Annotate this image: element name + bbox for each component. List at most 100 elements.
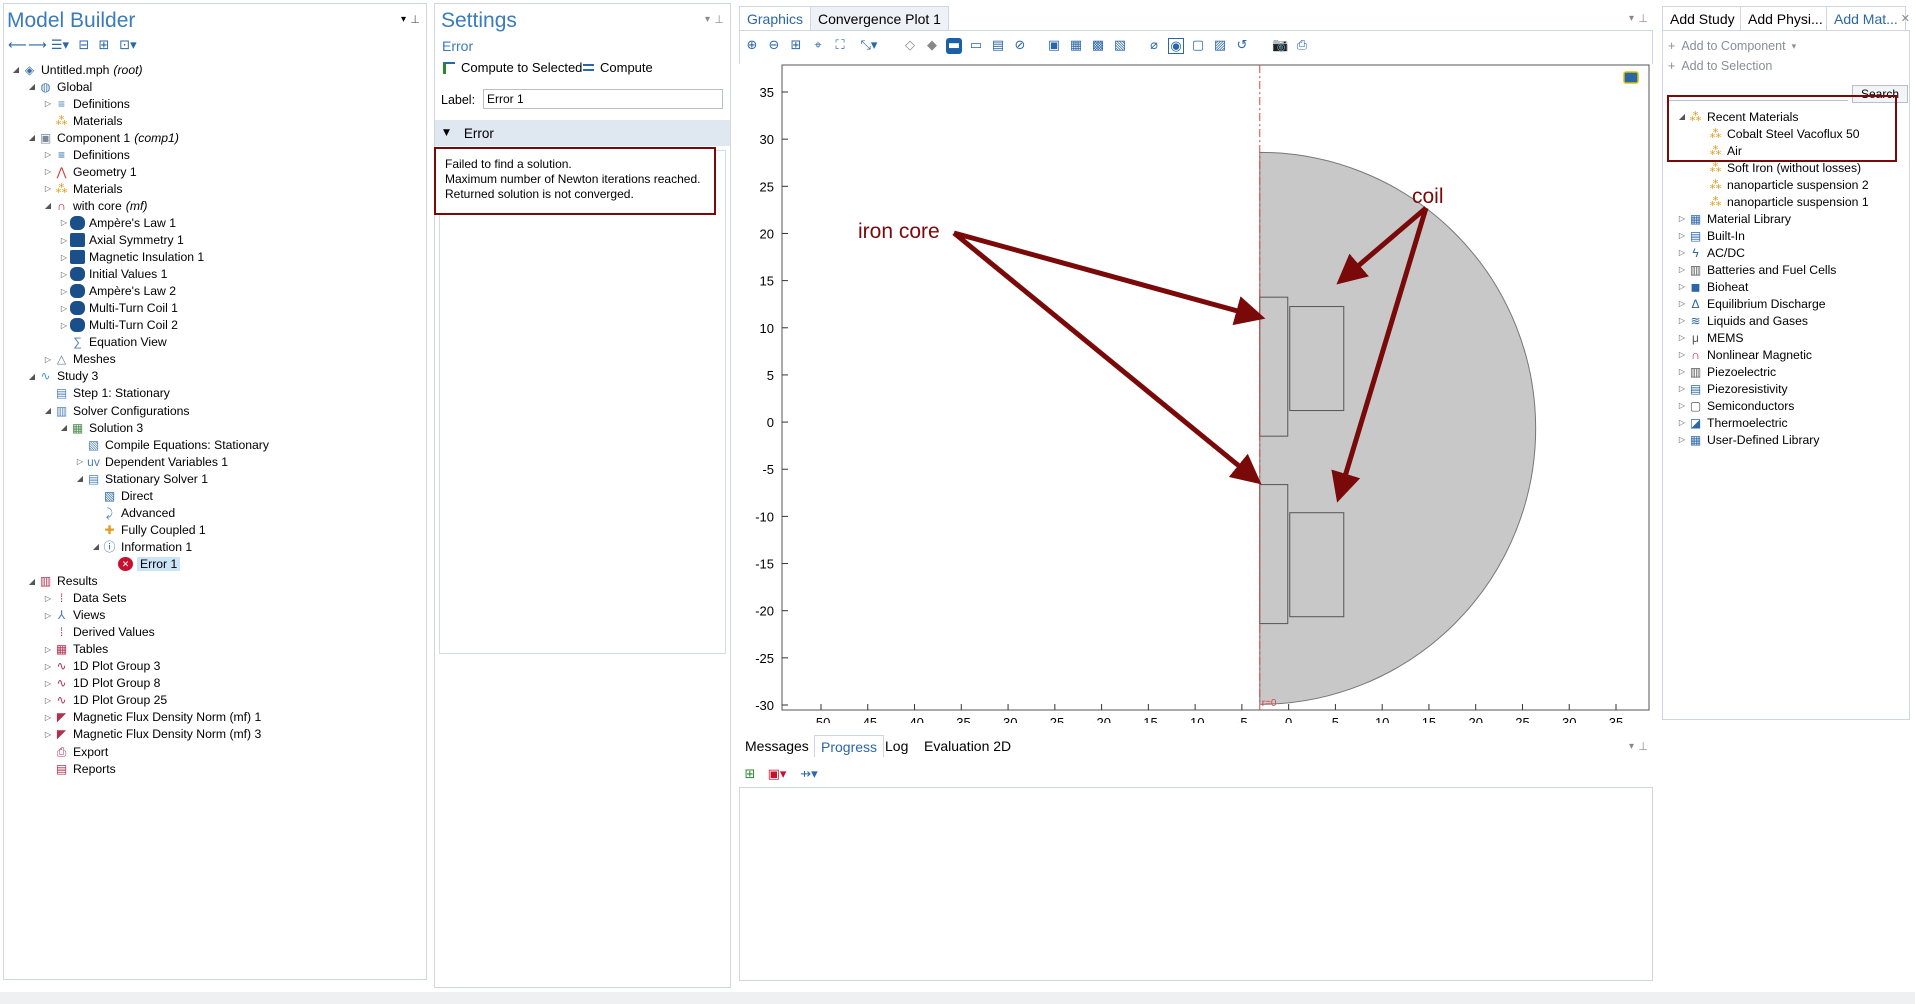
coil-upper[interactable] [1289,306,1345,412]
compute-button[interactable]: Compute [583,60,653,75]
axis-orientation-icon[interactable]: ⤡▾ [854,38,884,54]
tree-item[interactable]: ◢ ∿ Study 3 [26,368,98,385]
tree-item[interactable]: ▷ ∿ 1D Plot Group 3 [42,658,160,675]
material-tree-item[interactable]: ▷ ▦ User-Defined Library [1676,431,1820,448]
select-edge-icon[interactable]: ▭ [968,38,984,54]
collapsed-arrow-icon[interactable]: ▷ [1676,231,1688,240]
collapsed-arrow-icon[interactable]: ▷ [1676,248,1688,257]
collapsed-arrow-icon[interactable]: ▷ [42,594,54,603]
tree-item[interactable]: ▷ ∿ 1D Plot Group 25 [42,692,167,709]
tree-item[interactable]: ▷ uv Dependent Variables 1 [74,453,228,470]
collapsed-arrow-icon[interactable]: ▷ [58,287,70,296]
iron-core-lower[interactable] [1259,484,1289,625]
tree-item[interactable]: ▷ ▦ Tables [42,641,108,658]
tab-progress[interactable]: Progress [814,735,885,757]
collapsed-arrow-icon[interactable]: ▷ [1676,418,1688,427]
material-tree-item[interactable]: ▷ Δ Equilibrium Discharge [1676,295,1826,312]
pin-icon[interactable]: ⊥ [1638,740,1648,753]
view-all-icon[interactable]: ▦ [1068,38,1084,54]
tree-item[interactable]: ▷ △ Meshes [42,351,116,368]
tab-graphics[interactable]: Graphics [739,6,812,30]
arrow-options-icon[interactable]: ⇸▾ [796,767,822,783]
collapsed-arrow-icon[interactable]: ▷ [42,696,54,705]
tab-messages[interactable]: Messages [739,735,815,757]
show-menu-icon[interactable]: ☰▾ [48,38,72,54]
expanded-arrow-icon[interactable]: ◢ [10,65,22,74]
collapsed-arrow-icon[interactable]: ▷ [1676,435,1688,444]
material-tree-item[interactable]: ▷ ▤ Built-In [1676,227,1745,244]
collapsed-arrow-icon[interactable]: ▷ [42,713,54,722]
view-direct-icon[interactable]: ▣ [1046,38,1062,54]
tree-item[interactable]: ∑ Equation View [58,334,166,351]
add-to-selection-button[interactable]: + Add to Selection [1668,59,1772,73]
tree-item[interactable]: ◢ ▤ Stationary Solver 1 [74,470,208,487]
tree-item[interactable]: ▷ Magnetic Insulation 1 [58,249,204,266]
wireframe-icon[interactable]: ▢ [1190,38,1206,54]
tree-item[interactable]: ▷ Axial Symmetry 1 [58,232,184,249]
tree-item[interactable]: ⁞ Derived Values [42,624,155,641]
collapsed-arrow-icon[interactable]: ▷ [42,150,54,159]
collapsed-arrow-icon[interactable]: ▷ [1676,214,1688,223]
tree-options-icon[interactable]: ⊡▾ [116,38,140,54]
collapsed-arrow-icon[interactable]: ▷ [58,270,70,279]
collapsed-arrow-icon[interactable]: ▷ [42,355,54,364]
tree-item[interactable]: ▷ Multi-Turn Coil 1 [58,300,178,317]
section-collapse-icon[interactable]: ▼ [443,128,450,138]
tree-item[interactable]: ◢ ▥ Results [26,573,98,590]
material-tree-item[interactable]: ▷ ≋ Liquids and Gases [1676,312,1808,329]
progress-table-icon[interactable]: ⊞ [742,767,758,783]
tree-item[interactable]: ▤ Step 1: Stationary [42,385,170,402]
tree-item[interactable]: ▤ Reports [42,760,116,777]
label-input[interactable] [483,89,723,109]
iron-core-upper[interactable] [1259,296,1289,437]
tree-item[interactable]: ▷ ⁞ Data Sets [42,590,127,607]
panel-menu-icon[interactable]: ▾ [401,14,406,25]
view-select-icon[interactable]: ▧ [1112,38,1128,54]
collapsed-arrow-icon[interactable]: ▷ [42,679,54,688]
collapsed-arrow-icon[interactable]: ▷ [1676,367,1688,376]
select-point-icon[interactable]: ▤ [990,38,1006,54]
tree-item[interactable]: ◢ ∩ with core (mf) [42,197,148,214]
collapsed-arrow-icon[interactable]: ▷ [1676,299,1688,308]
reset-hiding-icon[interactable]: ↺ [1234,38,1250,54]
tree-item[interactable]: ▷ ◤ Magnetic Flux Density Norm (mf) 3 [42,726,261,743]
graphics-canvas[interactable]: r=035302520151050-5-10-15-20-25-30-50 -45… [736,58,1656,723]
collapsed-arrow-icon[interactable]: ▷ [42,611,54,620]
add-to-component-button[interactable]: + Add to Component ▾ [1668,39,1796,53]
material-tree-item[interactable]: ▷ ▦ Material Library [1676,210,1791,227]
tab-log[interactable]: Log [879,735,914,757]
tab-add-material[interactable]: Add Mat... [1826,6,1906,30]
collapsed-arrow-icon[interactable]: ▷ [1676,282,1688,291]
clear-selection-icon[interactable]: ⊘ [1012,38,1028,54]
collapsed-arrow-icon[interactable]: ▷ [58,218,70,227]
select-object-icon[interactable]: ◇ [902,38,918,54]
compute-to-selected-button[interactable]: Compute to Selected [443,60,582,75]
material-tree-item[interactable]: ⁂ nanoparticle suspension 1 [1708,193,1869,210]
tree-item[interactable]: ◢ ⓘ Information 1 [90,538,192,555]
tab-add-study[interactable]: Add Study [1662,6,1743,30]
material-tree-item[interactable]: ▷ ▥ Batteries and Fuel Cells [1676,261,1836,278]
tree-item[interactable]: ▧ Compile Equations: Stationary [74,436,269,453]
tab-convergence-plot[interactable]: Convergence Plot 1 [810,6,949,30]
tree-item[interactable]: ▷ ≡ Definitions [42,146,130,163]
tree-item[interactable]: ▷ ⅄ Views [42,607,105,624]
tab-evaluation-2d[interactable]: Evaluation 2D [918,735,1017,757]
tree-item[interactable]: ▷ ≡ Definitions [42,95,130,112]
collapsed-arrow-icon[interactable]: ▷ [58,321,70,330]
pin-icon[interactable]: ⊥ [714,13,724,26]
tree-item[interactable]: ▷ ◤ Magnetic Flux Density Norm (mf) 1 [42,709,261,726]
material-tree-item[interactable]: ▷ ▢ Semiconductors [1676,397,1794,414]
collapsed-arrow-icon[interactable]: ▷ [42,184,54,193]
transparency-icon[interactable]: ▨ [1212,38,1228,54]
error-section-header[interactable]: ▼ Error [435,120,730,146]
material-tree-item[interactable]: ▷ ϟ AC/DC [1676,244,1745,261]
material-tree-item[interactable]: ▷ ∩ Nonlinear Magnetic [1676,346,1812,363]
tree-item[interactable]: ▷ Initial Values 1 [58,266,167,283]
close-icon[interactable]: ✕ [1901,12,1910,25]
tree-item[interactable]: ▷ ∿ 1D Plot Group 8 [42,675,160,692]
tree-item[interactable]: ◢ ◈ Untitled.mph (root) [10,61,143,78]
material-tree-item[interactable]: ▷ ▤ Piezoresistivity [1676,380,1788,397]
material-tree-item[interactable]: ⁂ nanoparticle suspension 2 [1708,176,1869,193]
expanded-arrow-icon[interactable]: ◢ [90,542,102,551]
zoom-in-icon[interactable]: ⊕ [744,38,760,54]
